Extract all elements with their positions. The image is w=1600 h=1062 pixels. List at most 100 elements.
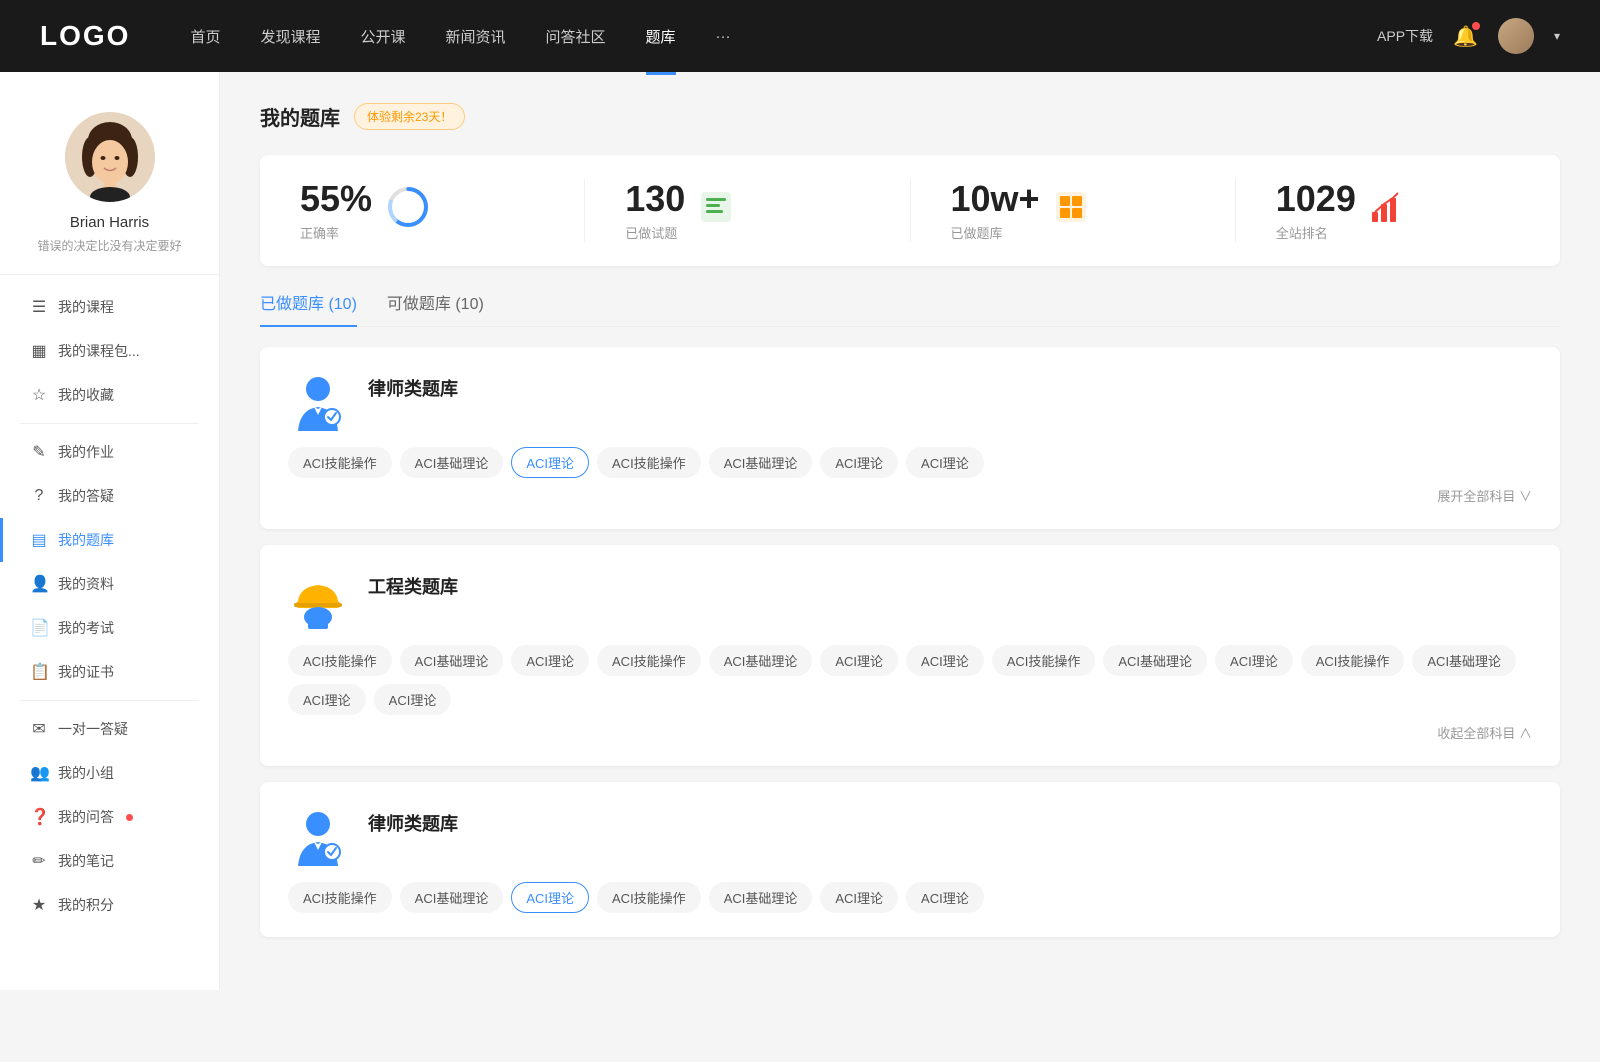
certificate-icon: 📋 [30,662,48,682]
sidebar-item-homework[interactable]: ✎ 我的作业 [0,430,219,474]
logo[interactable]: LOGO [40,20,130,52]
tag-eng1-6[interactable]: ACI理论 [906,645,984,676]
sidebar-label-my-course: 我的课程 [58,297,114,317]
sidebar-label-my-qa: 我的问答 [58,807,114,827]
sidebar-item-favorites[interactable]: ☆ 我的收藏 [0,373,219,417]
main-nav: 首页 发现课程 公开课 新闻资讯 问答社区 题库 ··· [190,26,1377,47]
stat-banks-label: 已做题库 [951,223,1040,242]
sidebar-item-question-bank[interactable]: ▤ 我的题库 [0,518,219,562]
qbank-title-lawyer2: 律师类题库 [368,806,458,836]
app-download-link[interactable]: APP下载 [1377,26,1433,46]
tag-eng1-12[interactable]: ACI理论 [288,684,366,715]
collapse-link-engineer1[interactable]: 收起全部科目 ∧ [288,723,1532,742]
tag-eng1-0[interactable]: ACI技能操作 [288,645,392,676]
tag-lawyer1-6[interactable]: ACI理论 [906,447,984,478]
stat-accuracy-value: 55% [300,179,372,219]
qbank-header-lawyer1: 律师类题库 [288,371,1532,431]
tag-lawyer1-5[interactable]: ACI理论 [820,447,898,478]
sidebar-item-profile[interactable]: 👤 我的资料 [0,562,219,606]
lawyer-bank-icon [288,371,348,431]
tag-lawyer1-2[interactable]: ACI理论 [511,447,589,478]
nav-questionbank[interactable]: 题库 [646,26,676,47]
qbank-tags-lawyer1: ACI技能操作 ACI基础理论 ACI理论 ACI技能操作 ACI基础理论 AC… [288,447,1532,478]
stat-accuracy-text: 55% 正确率 [300,179,372,242]
sidebar-label-notes: 我的笔记 [58,851,114,871]
stat-accuracy-label: 正确率 [300,223,372,242]
tag-eng1-3[interactable]: ACI技能操作 [597,645,701,676]
nav-open-course[interactable]: 公开课 [360,26,405,47]
sidebar-item-notes[interactable]: ✏ 我的笔记 [0,839,219,883]
expand-link-lawyer1[interactable]: 展开全部科目 ∨ [288,486,1532,505]
stat-ranking-value: 1029 [1276,179,1356,219]
tag-eng1-4[interactable]: ACI基础理论 [709,645,813,676]
sidebar-label-question-bank: 我的题库 [58,530,114,550]
tag-lawyer2-1[interactable]: ACI基础理论 [400,882,504,913]
nav-news[interactable]: 新闻资讯 [446,26,506,47]
stat-done-banks: 10w+ 已做题库 [911,179,1236,242]
qa-notification-dot [126,814,133,821]
avatar-image [1498,18,1534,54]
sidebar-item-course-package[interactable]: ▦ 我的课程包... [0,329,219,373]
stat-done-questions: 130 已做试题 [585,179,910,242]
tab-done-banks[interactable]: 已做题库 (10) [260,290,357,326]
stat-accuracy: 55% 正确率 [260,179,585,242]
tag-eng1-8[interactable]: ACI基础理论 [1103,645,1207,676]
tag-lawyer2-3[interactable]: ACI技能操作 [597,882,701,913]
stats-row: 55% 正确率 130 已做试题 [260,155,1560,266]
sidebar-label-exam: 我的考试 [58,618,114,638]
nav-home[interactable]: 首页 [190,26,220,47]
sidebar-item-group[interactable]: 👥 我的小组 [0,751,219,795]
sidebar-item-exam[interactable]: 📄 我的考试 [0,606,219,650]
sidebar-label-profile: 我的资料 [58,574,114,594]
nav-qa[interactable]: 问答社区 [546,26,606,47]
tag-eng1-13[interactable]: ACI理论 [374,684,452,715]
tag-eng1-1[interactable]: ACI基础理论 [400,645,504,676]
tag-lawyer2-6[interactable]: ACI理论 [906,882,984,913]
stat-ranking: 1029 全站排名 [1236,179,1560,242]
sidebar-item-my-course[interactable]: ☰ 我的课程 [0,285,219,329]
qbank-title-engineer1: 工程类题库 [368,569,458,599]
tag-lawyer2-0[interactable]: ACI技能操作 [288,882,392,913]
user-dropdown-icon[interactable]: ▾ [1554,29,1560,43]
notes-icon: ✏ [30,851,48,871]
tag-eng1-9[interactable]: ACI理论 [1215,645,1293,676]
qbank-card-lawyer1: 律师类题库 ACI技能操作 ACI基础理论 ACI理论 ACI技能操作 ACI基… [260,347,1560,529]
user-avatar[interactable] [1498,18,1534,54]
tag-eng1-10[interactable]: ACI技能操作 [1301,645,1405,676]
user-motto: 错误的决定比没有决定要好 [37,237,181,254]
qbank-title-lawyer1: 律师类题库 [368,371,458,401]
tag-eng1-11[interactable]: ACI基础理论 [1412,645,1516,676]
sidebar-item-points[interactable]: ★ 我的积分 [0,883,219,927]
tag-eng1-5[interactable]: ACI理论 [820,645,898,676]
tag-lawyer1-4[interactable]: ACI基础理论 [709,447,813,478]
tab-available-banks[interactable]: 可做题库 (10) [387,290,484,326]
sidebar-label-points: 我的积分 [58,895,114,915]
header-right: APP下载 🔔 ▾ [1377,18,1560,54]
tag-lawyer2-2[interactable]: ACI理论 [511,882,589,913]
qbank-tags-engineer1: ACI技能操作 ACI基础理论 ACI理论 ACI技能操作 ACI基础理论 AC… [288,645,1532,715]
nav-discover[interactable]: 发现课程 [260,26,320,47]
tag-lawyer1-1[interactable]: ACI基础理论 [400,447,504,478]
tag-lawyer1-3[interactable]: ACI技能操作 [597,447,701,478]
sidebar-item-my-qa[interactable]: ❓ 我的问答 [0,795,219,839]
tag-lawyer2-5[interactable]: ACI理论 [820,882,898,913]
tag-lawyer2-4[interactable]: ACI基础理论 [709,882,813,913]
trial-badge: 体验剩余23天！ [354,103,465,130]
done-questions-icon [699,190,733,231]
exam-icon: 📄 [30,618,48,638]
notification-bell-icon[interactable]: 🔔 [1453,24,1478,49]
sidebar-item-1on1[interactable]: ✉ 一对一答疑 [0,707,219,751]
sidebar-divider-1 [20,423,199,424]
qbank-header-engineer1: 工程类题库 [288,569,1532,629]
accuracy-chart-icon [386,185,430,236]
question-bank-icon: ▤ [30,530,48,550]
tag-eng1-2[interactable]: ACI理论 [511,645,589,676]
nav-more[interactable]: ··· [716,28,731,45]
tag-eng1-7[interactable]: ACI技能操作 [992,645,1096,676]
sidebar-label-certificate: 我的证书 [58,662,114,682]
sidebar-item-certificate[interactable]: 📋 我的证书 [0,650,219,694]
stat-ranking-text: 1029 全站排名 [1276,179,1356,242]
tag-lawyer1-0[interactable]: ACI技能操作 [288,447,392,478]
sidebar-item-qa[interactable]: ? 我的答疑 [0,474,219,518]
avatar [65,112,155,202]
